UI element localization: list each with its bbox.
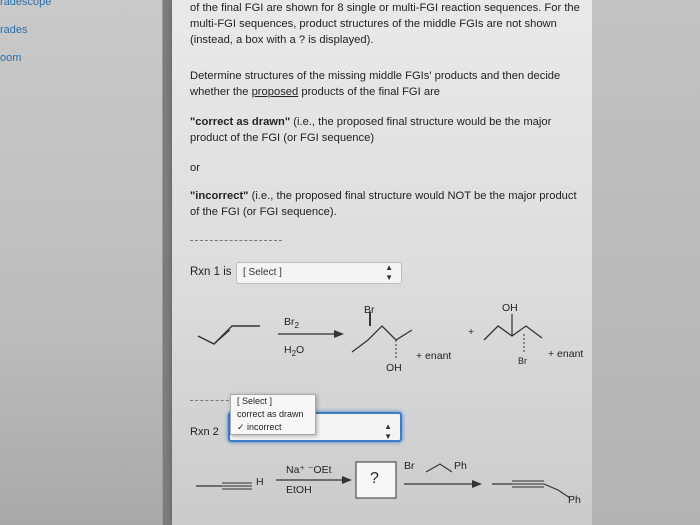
instruction-proposed: proposed xyxy=(251,86,299,98)
rxn1-product1-oh: OH xyxy=(386,362,402,374)
separator-dash-2 xyxy=(190,400,234,401)
rxn1-reagent-br2: Br2 xyxy=(284,316,299,331)
rxn1-select-value: [ Select ] xyxy=(243,267,282,278)
rxn2-product-tail xyxy=(543,483,571,499)
rxn1-product1-enantiomer: + enant xyxy=(416,350,452,362)
rxn1-product2-oh: OH xyxy=(502,302,518,314)
incorrect-definition: "incorrect" (i.e., the proposed final st… xyxy=(190,188,580,220)
rxn1-label: Rxn 1 is xyxy=(190,266,232,278)
instruction-end: products of the final FGI are xyxy=(298,86,441,98)
rxn1-product1-br: Br xyxy=(364,304,375,316)
rxn1-answer-select[interactable]: [ Select ] ▲ ▼ xyxy=(236,262,402,284)
question-instruction: Determine structures of the missing midd… xyxy=(190,68,580,100)
course-sidebar: radescope rades oom xyxy=(0,0,163,525)
correct-definition: "correct as drawn" (i.e., the proposed f… xyxy=(190,114,580,146)
rxn1-product2-enantiomer: + enant xyxy=(548,348,584,360)
or-text: or xyxy=(190,162,200,174)
rxn2-arrow1-head xyxy=(342,476,352,484)
rxn2-scheme xyxy=(196,461,571,499)
rxn2-intermediate-question: ? xyxy=(370,470,379,487)
rxn2-reagent-skeleton xyxy=(425,463,453,473)
rxn1-arrowhead xyxy=(334,330,344,338)
rxn1-product2-skeleton xyxy=(483,325,543,341)
rxn1-plus-sign: + xyxy=(468,326,475,338)
incorrect-text: (i.e., the proposed final structure woul… xyxy=(190,190,577,218)
rxn2-label: Rxn 2 xyxy=(190,426,219,438)
rxn2-options-list[interactable]: [ Select ] correct as drawn ✓ incorrect xyxy=(230,394,316,435)
rxn2-terminal-h: H xyxy=(256,476,264,488)
question-panel: of the final FGI are shown for 8 single … xyxy=(172,0,592,525)
sidebar-link-grades[interactable]: rades xyxy=(0,24,28,36)
rxn2-product-ph: Ph xyxy=(568,494,581,506)
rxn2-reagent-br: Br xyxy=(404,460,415,472)
rxn2-reagent-naoet: Na⁺ ⁻OEt xyxy=(286,464,332,476)
sidebar-link-gradescope[interactable]: radescope xyxy=(0,0,51,8)
incorrect-label: "incorrect" xyxy=(190,190,249,202)
select-updown-icon: ▲ ▼ xyxy=(385,263,393,282)
checkmark-icon: ✓ xyxy=(237,422,248,432)
rxn1-reagent-h2o: H2O xyxy=(284,344,305,359)
separator-dash xyxy=(190,240,282,241)
rxn1-scheme xyxy=(197,312,543,358)
sidebar-link-zoom[interactable]: oom xyxy=(0,52,21,64)
rxn2-option-select[interactable]: [ Select ] xyxy=(231,395,315,408)
select-updown-icon: ▲ ▼ xyxy=(384,422,392,441)
rxn2-option-incorrect[interactable]: ✓ incorrect xyxy=(231,421,315,434)
right-margin xyxy=(592,0,700,525)
rxn1-reactant-skeleton xyxy=(197,325,260,345)
rxn1-double-bond xyxy=(213,329,231,345)
rxn2-option-correct[interactable]: correct as drawn xyxy=(231,408,315,421)
rxn2-reagent-etoh: EtOH xyxy=(286,484,312,496)
rxn2-arrow2-head xyxy=(472,480,482,488)
rxn2-reagent-ph: Ph xyxy=(454,460,467,472)
correct-label: "correct as drawn" xyxy=(190,116,291,128)
rxn1-product1-skeleton xyxy=(351,325,413,353)
rxn1-product2-br: Br xyxy=(518,356,527,366)
question-intro: of the final FGI are shown for 8 single … xyxy=(190,2,580,46)
